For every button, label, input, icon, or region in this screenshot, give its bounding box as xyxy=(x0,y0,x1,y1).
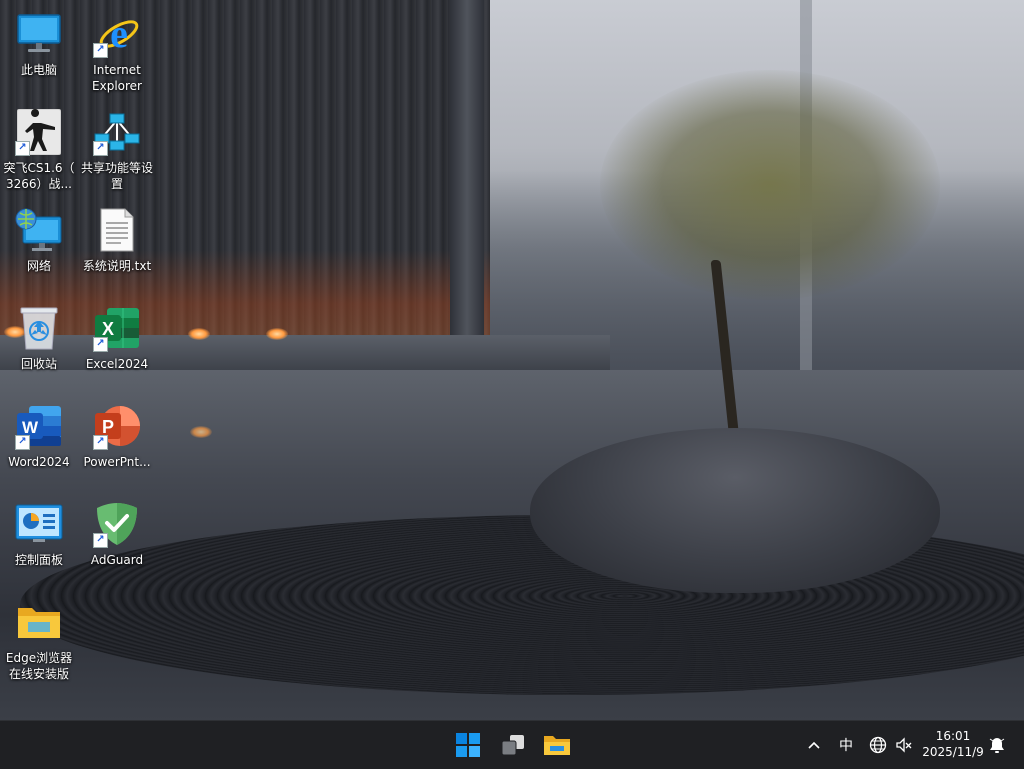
desktop-icon-label: Excel2024 xyxy=(85,357,149,371)
globe-icon xyxy=(869,736,887,754)
counter-strike-icon: ↗ xyxy=(15,108,63,156)
file-explorer-button[interactable] xyxy=(541,729,573,761)
desktop-icon-recycle-bin[interactable]: 回收站 xyxy=(0,298,78,388)
excel-icon: X ↗ xyxy=(93,304,141,352)
desktop-icon-counter-strike[interactable]: ↗ 突飞CS1.6（ 3266）战... xyxy=(0,102,78,192)
folder-icon xyxy=(15,598,63,646)
task-view-icon xyxy=(501,735,524,756)
svg-text:X: X xyxy=(102,319,114,339)
desktop-icon-powerpoint[interactable]: P ↗ PowerPnt... xyxy=(78,396,156,486)
notification-button[interactable] xyxy=(986,733,1008,757)
recycle-bin-icon xyxy=(15,304,63,352)
file-explorer-icon xyxy=(544,736,570,755)
shortcut-arrow-icon: ↗ xyxy=(93,141,108,156)
network-share-icon: ↗ xyxy=(93,108,141,156)
powerpoint-icon: P ↗ xyxy=(93,402,141,450)
control-panel-icon xyxy=(15,500,63,548)
volume-muted-icon xyxy=(896,737,912,753)
ime-indicator[interactable]: 中 xyxy=(834,733,858,757)
desktop-icon-label: PowerPnt... xyxy=(83,455,151,469)
text-file-icon xyxy=(93,206,141,254)
svg-text:P: P xyxy=(102,417,114,437)
taskbar: 中 16:01 2025/11/9 xyxy=(0,720,1024,769)
task-view-button[interactable] xyxy=(497,729,529,761)
shortcut-arrow-icon: ↗ xyxy=(15,141,30,156)
shortcut-arrow-icon: ↗ xyxy=(93,337,108,352)
adguard-icon: ↗ xyxy=(93,500,141,548)
desktop-icon-label: 共享功能等设置 xyxy=(80,161,153,191)
volume-tray-button[interactable] xyxy=(892,733,916,757)
word-icon: W ↗ xyxy=(15,402,63,450)
notification-bell-icon xyxy=(989,738,1005,753)
network-icon xyxy=(15,206,63,254)
clock[interactable]: 16:01 2025/11/9 xyxy=(920,728,986,760)
desktop-icon-label: Edge浏览器 在线安装版 xyxy=(5,651,73,681)
desktop-icon-readme[interactable]: 系统说明.txt xyxy=(78,200,156,290)
shortcut-arrow-icon: ↗ xyxy=(93,435,108,450)
start-button[interactable] xyxy=(452,729,484,761)
tray-overflow-button[interactable] xyxy=(804,733,824,757)
clock-time: 16:01 xyxy=(935,729,971,743)
desktop-icon-label: Internet Explorer xyxy=(92,63,142,93)
desktop-icon-label: 系统说明.txt xyxy=(82,259,152,273)
desktop-icon-word[interactable]: W ↗ Word2024 xyxy=(0,396,78,486)
desktop-icon-edge-installer[interactable]: Edge浏览器 在线安装版 xyxy=(0,592,78,682)
network-tray-button[interactable] xyxy=(866,733,890,757)
desktop-icon-adguard[interactable]: ↗ AdGuard xyxy=(78,494,156,584)
shortcut-arrow-icon: ↗ xyxy=(15,435,30,450)
desktop-icon-label: 突飞CS1.6（ 3266）战... xyxy=(3,161,75,191)
desktop-icon-label: AdGuard xyxy=(90,553,144,567)
desktop-icon-share-settings[interactable]: ↗ 共享功能等设置 xyxy=(78,102,156,192)
desktop-icon-label: 回收站 xyxy=(20,357,57,371)
desktop-icon-excel[interactable]: X ↗ Excel2024 xyxy=(78,298,156,388)
desktop-icon-network[interactable]: 网络 xyxy=(0,200,78,290)
desktop-icon-internet-explorer[interactable]: e ↗ Internet Explorer xyxy=(78,4,156,94)
shortcut-arrow-icon: ↗ xyxy=(93,533,108,548)
desktop-icon-label: 此电脑 xyxy=(20,63,57,77)
computer-icon xyxy=(15,10,63,58)
desktop-icon-this-pc[interactable]: 此电脑 xyxy=(0,4,78,94)
internet-explorer-icon: e ↗ xyxy=(93,10,141,58)
shortcut-arrow-icon: ↗ xyxy=(93,43,108,58)
svg-text:e: e xyxy=(110,11,128,56)
desktop-icon-label: 控制面板 xyxy=(14,553,63,567)
desktop-icon-label: 网络 xyxy=(26,259,51,273)
desktop-icon-label: Word2024 xyxy=(8,455,70,469)
desktop-icon-control-panel[interactable]: 控制面板 xyxy=(0,494,78,584)
clock-date: 2025/11/9 xyxy=(922,745,984,759)
chevron-up-icon xyxy=(808,741,820,749)
start-icon xyxy=(456,733,480,757)
